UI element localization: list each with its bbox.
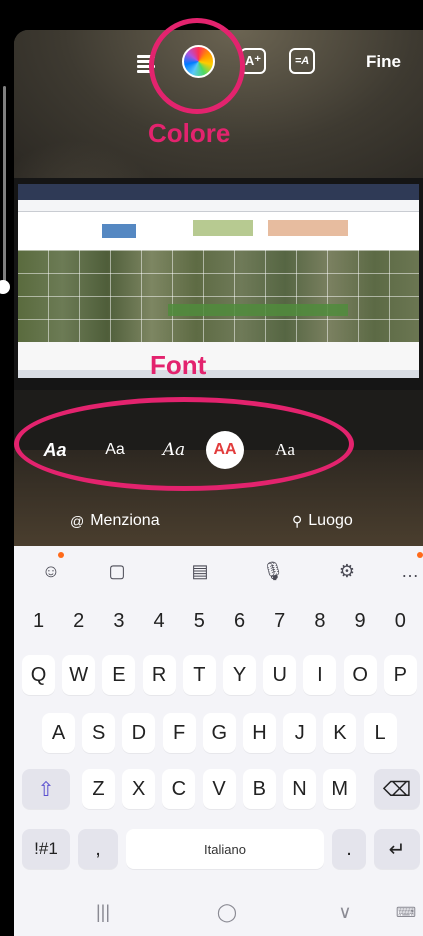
emoji-icon[interactable]: ☺ <box>36 556 66 586</box>
letter-key[interactable]: M <box>323 769 357 809</box>
number-key[interactable]: 1 <box>22 601 55 641</box>
annotation-label-font: Font <box>150 350 207 380</box>
enter-key[interactable]: ↵ <box>374 829 420 869</box>
letter-key[interactable]: R <box>142 655 176 695</box>
screen: A⁺ =A Fine Colore Font Aa Aa Aa AA Aa @ … <box>0 0 423 936</box>
keyboard-mode-icon[interactable]: ▤ <box>185 556 215 586</box>
backspace-key[interactable]: ⌫ <box>374 769 420 809</box>
symbols-key[interactable]: !#1 <box>22 829 70 869</box>
desktop-taskbar <box>18 370 419 378</box>
text-style-icon[interactable]: =A <box>289 48 315 74</box>
home-icon[interactable]: ◯ <box>212 900 242 924</box>
notification-dot <box>58 552 64 558</box>
letter-key[interactable]: Q <box>22 655 55 695</box>
font-option-strong[interactable]: Aa <box>38 436 72 464</box>
number-key[interactable]: 6 <box>223 601 256 641</box>
letter-key[interactable]: T <box>182 655 216 695</box>
letter-key[interactable]: X <box>122 769 156 809</box>
settings-icon[interactable]: ⚙ <box>332 556 362 586</box>
text-size-slider-handle[interactable] <box>0 280 10 294</box>
text-size-slider[interactable] <box>3 86 6 286</box>
notification-dot <box>417 552 423 558</box>
number-key[interactable]: 8 <box>303 601 336 641</box>
letter-key[interactable]: Z <box>82 769 115 809</box>
site-partner-logo <box>268 220 348 236</box>
location-label: Luogo <box>308 512 353 529</box>
letter-key[interactable]: B <box>242 769 276 809</box>
shift-key[interactable]: ⇧ <box>22 769 70 809</box>
microphone-icon[interactable]: 🎙︎ <box>258 556 288 586</box>
letter-key[interactable]: G <box>202 713 236 753</box>
recents-icon[interactable]: ||| <box>88 900 118 924</box>
letter-key[interactable]: U <box>263 655 297 695</box>
letter-key[interactable]: O <box>343 655 377 695</box>
space-key[interactable]: Italiano <box>126 829 324 869</box>
font-option-editor[interactable]: Aa <box>156 436 192 464</box>
more-icon[interactable]: … <box>395 556 423 586</box>
background-monitor <box>14 178 423 390</box>
font-option-typewriter[interactable]: Aa <box>268 436 302 464</box>
number-key[interactable]: 4 <box>143 601 176 641</box>
number-key[interactable]: 5 <box>183 601 216 641</box>
photo-collage <box>18 250 419 342</box>
letter-key[interactable]: N <box>283 769 316 809</box>
done-button[interactable]: Fine <box>366 50 423 74</box>
number-key[interactable]: 2 <box>62 601 95 641</box>
at-icon: @ <box>70 513 85 529</box>
collage-banner <box>168 304 348 316</box>
annotation-circle-color <box>149 18 245 114</box>
number-key[interactable]: 0 <box>384 601 417 641</box>
mention-button[interactable]: @ Menziona <box>70 510 160 532</box>
number-key[interactable]: 3 <box>102 601 135 641</box>
font-option-classic[interactable]: Aa <box>98 436 132 464</box>
browser-tabs <box>18 184 419 200</box>
letter-key[interactable]: K <box>323 713 357 753</box>
keyboard-hide-icon[interactable]: ⌨ <box>394 900 418 924</box>
number-key[interactable]: 9 <box>344 601 377 641</box>
font-option-modern-selected[interactable]: AA <box>206 431 244 469</box>
location-button[interactable]: ⚲ Luogo <box>292 510 353 532</box>
location-pin-icon: ⚲ <box>292 512 303 529</box>
clipboard-icon[interactable]: ▢ <box>102 556 132 586</box>
letter-key[interactable]: S <box>82 713 116 753</box>
letter-key[interactable]: I <box>303 655 337 695</box>
browser-url-bar <box>18 200 419 212</box>
back-icon[interactable]: ∨ <box>330 900 360 924</box>
letter-key[interactable]: Y <box>223 655 256 695</box>
letter-key[interactable]: E <box>102 655 136 695</box>
letter-key[interactable]: D <box>122 713 156 753</box>
letter-key[interactable]: V <box>202 769 236 809</box>
annotation-label-color: Colore <box>148 118 231 148</box>
letter-key[interactable]: C <box>162 769 196 809</box>
letter-key[interactable]: L <box>363 713 397 753</box>
comma-key[interactable]: , <box>78 829 118 869</box>
period-key[interactable]: . <box>332 829 366 869</box>
mention-label: Menziona <box>90 512 160 529</box>
letter-key[interactable]: J <box>283 713 317 753</box>
monitor-screen <box>18 184 419 378</box>
letter-key[interactable]: H <box>243 713 276 753</box>
letter-key[interactable]: A <box>42 713 75 753</box>
letter-key[interactable]: F <box>162 713 196 753</box>
site-logo <box>102 224 136 238</box>
letter-key[interactable]: P <box>383 655 417 695</box>
site-partner-logo <box>193 220 253 236</box>
number-key[interactable]: 7 <box>263 601 296 641</box>
letter-key[interactable]: W <box>62 655 96 695</box>
